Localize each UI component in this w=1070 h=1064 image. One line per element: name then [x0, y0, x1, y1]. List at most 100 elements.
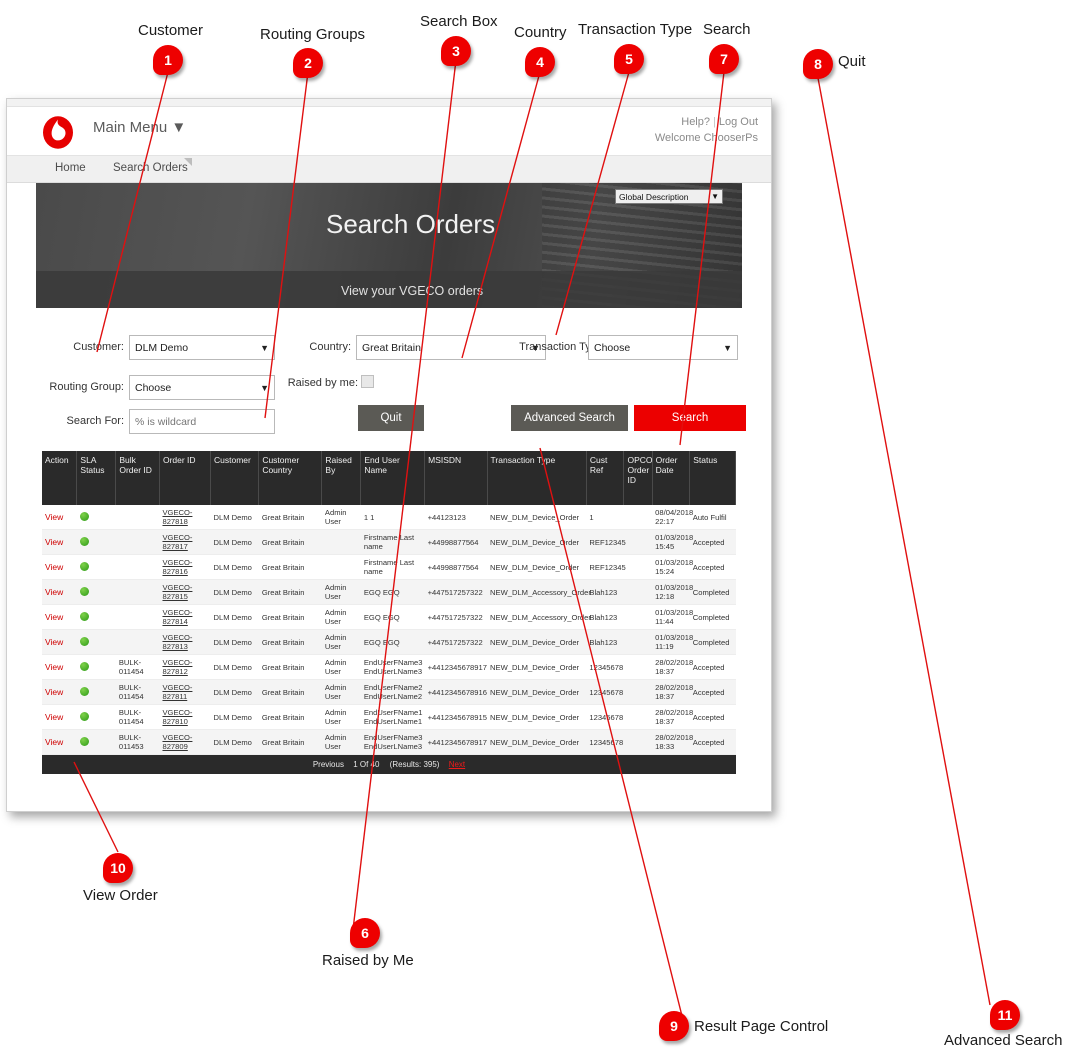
table-header-row: Action SLA Status Bulk Order ID Order ID Cus…: [42, 451, 736, 505]
advanced-search-button[interactable]: Advanced Search: [511, 405, 628, 431]
search-button[interactable]: Search: [634, 405, 746, 431]
view-order-link[interactable]: View: [42, 679, 77, 705]
logout-link[interactable]: Log Out: [719, 116, 758, 128]
msisdn-cell-text: +447517257322: [427, 637, 483, 647]
search-for-input[interactable]: [129, 409, 275, 434]
status-cell: Completed: [689, 579, 736, 605]
order-id-link[interactable]: VGECO-827809: [159, 729, 211, 755]
quit-button[interactable]: Quit: [358, 405, 424, 431]
view-order-link-text: View: [45, 711, 64, 722]
view-order-link[interactable]: View: [42, 729, 77, 755]
sla-status-indicator: [76, 505, 116, 530]
column-header-action: Action: [42, 451, 78, 505]
column-header-msisdn: MSISDN: [424, 451, 488, 505]
welcome-text: Welcome ChooserPs: [654, 132, 758, 144]
customer-cell-text: DLM Demo: [213, 612, 252, 622]
view-order-link[interactable]: View: [42, 704, 77, 730]
page-title: Search Orders: [326, 209, 496, 239]
main-menu-label: Main Menu: [93, 119, 168, 136]
view-order-link[interactable]: View: [42, 654, 77, 680]
results-count: (Results: 395): [389, 760, 440, 769]
order-date-cell: 28/02/2018 18:37: [652, 704, 693, 730]
sla-green-dot-icon: [79, 686, 89, 696]
order-id-link[interactable]: VGECO-827816: [159, 554, 211, 580]
customer-country-cell: Great Britain: [258, 604, 322, 630]
order-date-cell-text: 01/03/2018 11:44: [655, 608, 694, 626]
status-cell: Completed: [689, 629, 736, 655]
transaction-type-cell-text: NEW_DLM_Device_Order: [490, 562, 580, 572]
view-order-link[interactable]: View: [42, 505, 77, 530]
msisdn-cell: +4412345678917: [424, 729, 488, 755]
raised-by-cell: Admin User: [321, 579, 361, 605]
next-page-link[interactable]: Next: [449, 760, 465, 769]
order-id-link[interactable]: VGECO-827815: [159, 579, 211, 605]
view-order-link[interactable]: View: [42, 579, 77, 605]
sla-green-dot-icon: [79, 711, 89, 721]
order-id-link[interactable]: VGECO-827813: [159, 629, 211, 655]
transaction-type-cell: NEW_DLM_Device_Order: [487, 704, 587, 730]
view-order-link[interactable]: View: [42, 604, 77, 630]
column-header-sla-status: SLA Status: [76, 451, 117, 505]
customer-cell-text: DLM Demo: [213, 587, 252, 597]
customer-cell-text: DLM Demo: [213, 737, 252, 747]
main-menu-button[interactable]: Main Menu ▼: [93, 119, 186, 136]
column-header-status: Status: [689, 451, 736, 505]
customer-country-cell-text: Great Britain: [261, 637, 305, 647]
customer-cell: DLM Demo: [210, 629, 259, 655]
view-order-link-text: View: [45, 561, 64, 572]
status-cell-text: Accepted: [692, 662, 725, 672]
opco-order-id-cell: [623, 604, 653, 630]
order-id-link[interactable]: VGECO-827812: [159, 654, 211, 680]
nav-item-home[interactable]: Home: [55, 162, 86, 174]
opco-order-id-cell: [623, 554, 653, 580]
opco-order-id-cell: [623, 529, 653, 555]
transaction-type-cell-text: NEW_DLM_Device_Order: [490, 712, 580, 722]
nav-item-search-orders[interactable]: Search Orders: [113, 162, 188, 174]
customer-cell-text: DLM Demo: [213, 637, 252, 647]
opco-order-id-cell: [623, 704, 653, 730]
help-link[interactable]: Help?: [681, 116, 710, 128]
order-id-link-text: VGECO-827810: [162, 708, 193, 726]
annotation-badge-4: 4: [525, 47, 555, 77]
order-date-cell: 08/04/2018 22:17: [652, 505, 693, 530]
customer-value: DLM Demo: [135, 341, 189, 354]
country-label: Country:: [309, 341, 351, 353]
order-date-cell: 01/03/2018 15:24: [652, 554, 693, 580]
global-description-select[interactable]: Global Description ▼: [615, 189, 723, 204]
transaction-type-select[interactable]: Choose ▼: [588, 335, 738, 360]
view-order-link[interactable]: View: [42, 529, 77, 555]
table-row: View VGECO-827815 DLM Demo Great Britain Adm…: [42, 579, 736, 605]
raised-by-cell-text: Admin User: [324, 733, 347, 751]
raised-by-me-checkbox[interactable]: [361, 375, 374, 388]
customer-cell: DLM Demo: [210, 579, 259, 605]
order-id-link[interactable]: VGECO-827810: [159, 704, 211, 730]
order-date-cell-text: 28/02/2018 18:33: [655, 733, 694, 751]
customer-country-cell-text: Great Britain: [261, 662, 305, 672]
order-id-link[interactable]: VGECO-827811: [159, 679, 211, 705]
view-order-link[interactable]: View: [42, 629, 77, 655]
view-order-link[interactable]: View: [42, 554, 77, 580]
msisdn-cell: +44998877564: [424, 529, 488, 555]
status-cell-text: Accepted: [692, 712, 725, 722]
chevron-down-icon: ▼: [260, 342, 269, 353]
order-id-link[interactable]: VGECO-827818: [159, 505, 211, 530]
cust-ref-cell-text: 12345678: [589, 687, 624, 697]
order-id-link[interactable]: VGECO-827817: [159, 529, 211, 555]
country-value: Great Britain: [362, 341, 421, 354]
transaction-type-cell-text: NEW_DLM_Accessory_Order: [490, 587, 591, 597]
routing-group-select[interactable]: Choose ▼: [129, 375, 275, 400]
previous-page-link[interactable]: Previous: [313, 760, 344, 769]
customer-country-cell-text: Great Britain: [261, 737, 305, 747]
order-date-cell-text: 28/02/2018 18:37: [655, 658, 694, 676]
order-id-link[interactable]: VGECO-827814: [159, 604, 211, 630]
status-cell: Completed: [689, 604, 736, 630]
column-header-order-id: Order ID: [159, 451, 211, 505]
msisdn-cell: +447517257322: [424, 579, 488, 605]
table-body: View VGECO-827818 DLM Demo Great Britain Adm…: [42, 505, 736, 755]
raised-by-me-label: Raised by me:: [287, 377, 358, 389]
customer-country-cell-text: Great Britain: [261, 562, 305, 572]
annotation-badge-1: 1: [153, 45, 183, 75]
result-page-control: Previous 1 Of 40 (Results: 395) Next: [42, 755, 736, 774]
customer-select[interactable]: DLM Demo ▼: [129, 335, 275, 360]
msisdn-cell: +447517257322: [424, 604, 488, 630]
